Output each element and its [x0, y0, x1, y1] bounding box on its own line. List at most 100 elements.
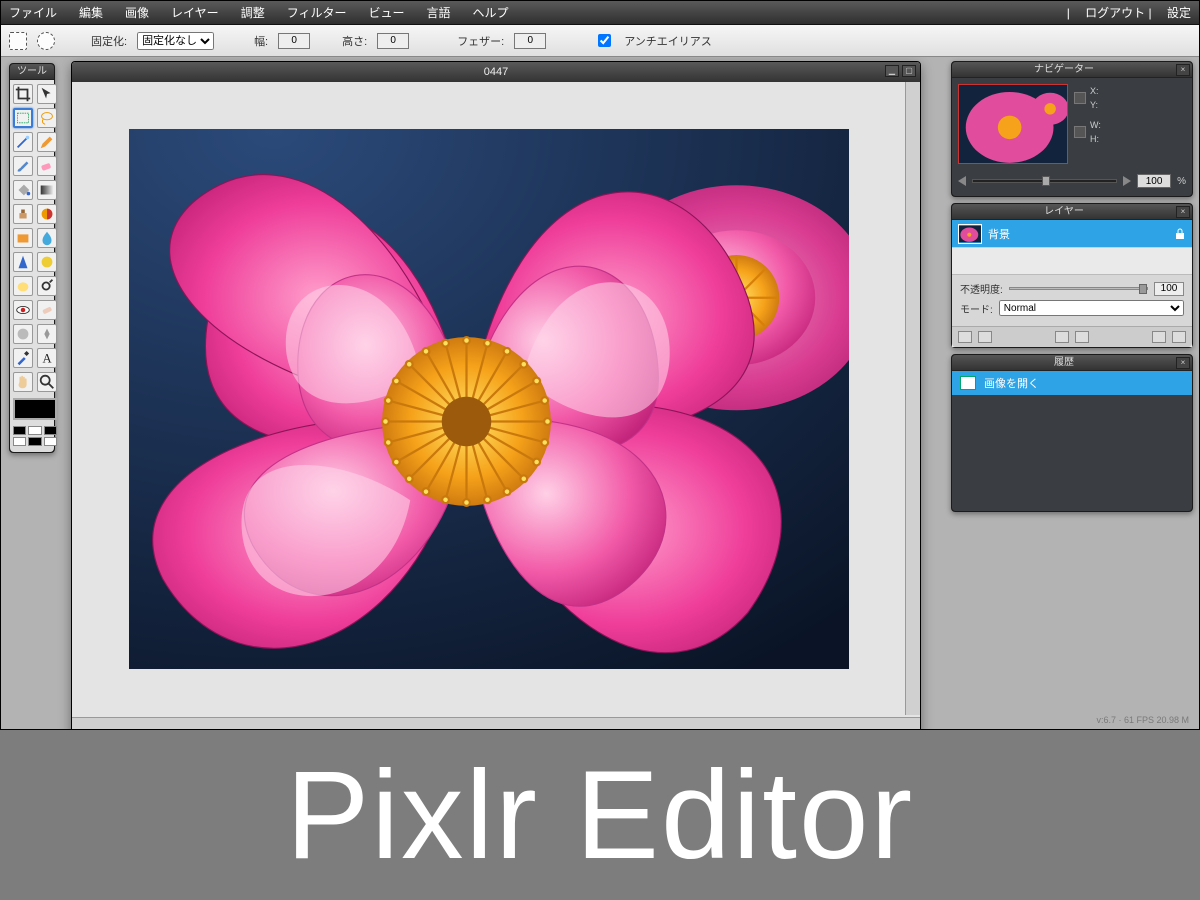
caption-band: Pixlr Editor	[0, 730, 1200, 900]
fixed-select[interactable]: 固定化なし	[137, 32, 214, 50]
menu-image[interactable]: 画像	[125, 4, 149, 21]
menu-file[interactable]: ファイル	[9, 4, 57, 21]
svg-text:A: A	[42, 352, 51, 366]
navigator-thumbnail[interactable]	[958, 84, 1068, 164]
window-maximize-icon[interactable]: ▢	[902, 65, 916, 77]
bloat-tool[interactable]	[13, 324, 33, 344]
blendmode-select[interactable]: Normal	[999, 300, 1184, 316]
layer-merge-icon[interactable]	[1075, 331, 1089, 343]
zoom-slider[interactable]	[972, 179, 1117, 183]
blur-tool[interactable]	[37, 228, 57, 248]
layer-mask-icon[interactable]	[978, 331, 992, 343]
history-open-icon	[960, 376, 976, 390]
tools-panel: ツール	[9, 63, 55, 453]
menu-filter[interactable]: フィルター	[287, 4, 347, 21]
width-input[interactable]	[278, 33, 310, 49]
menu-language[interactable]: 言語	[426, 4, 450, 21]
hand-tool[interactable]	[13, 372, 33, 392]
menu-edit[interactable]: 編集	[79, 4, 103, 21]
feather-input[interactable]	[514, 33, 546, 49]
gradient-tool[interactable]	[37, 180, 57, 200]
lasso-tool[interactable]	[37, 108, 57, 128]
eraser-tool[interactable]	[37, 156, 57, 176]
app-window: ファイル 編集 画像 レイヤー 調整 フィルター ビュー 言語 ヘルプ | ログ…	[0, 0, 1200, 730]
layer-new-icon[interactable]	[958, 331, 972, 343]
document-titlebar[interactable]: 0447 ▁ ▢	[72, 62, 920, 82]
stage: 0447 ▁ ▢	[61, 57, 949, 729]
fixed-label: 固定化:	[91, 33, 127, 49]
opacity-input[interactable]	[1154, 282, 1184, 296]
vertical-scrollbar[interactable]	[905, 82, 920, 715]
navigator-panel: ナビゲーター× X:Y: W:H: %	[951, 61, 1193, 197]
history-item-open[interactable]: 画像を開く	[952, 371, 1192, 395]
brush-tool[interactable]	[13, 156, 33, 176]
logout-link[interactable]: ログアウト	[1085, 6, 1145, 20]
history-item-label: 画像を開く	[984, 375, 1039, 391]
layer-thumbnail	[958, 224, 982, 244]
options-bar: 固定化: 固定化なし 幅: 高さ: フェザー: アンチエイリアス	[1, 25, 1199, 57]
redeye-tool[interactable]	[13, 300, 33, 320]
horizontal-scrollbar[interactable]	[72, 717, 920, 729]
layers-title: レイヤー	[952, 204, 1176, 220]
layers-close-icon[interactable]: ×	[1176, 206, 1190, 218]
bucket-tool[interactable]	[13, 180, 33, 200]
marquee-ellipse-icon[interactable]	[37, 32, 55, 50]
zoom-tool[interactable]	[37, 372, 57, 392]
pinch-tool[interactable]	[37, 324, 57, 344]
history-close-icon[interactable]: ×	[1176, 357, 1190, 369]
layer-dup-icon[interactable]	[1055, 331, 1069, 343]
type-tool[interactable]: A	[37, 348, 57, 368]
navigator-title: ナビゲーター	[952, 62, 1176, 78]
clone-tool[interactable]	[13, 204, 33, 224]
canvas[interactable]	[72, 82, 905, 715]
wand-tool[interactable]	[13, 132, 33, 152]
width-label: 幅:	[254, 33, 268, 49]
blendmode-label: モード:	[960, 301, 993, 316]
layer-name: 背景	[988, 226, 1010, 242]
document-window: 0447 ▁ ▢	[71, 61, 921, 729]
menu-adjust[interactable]: 調整	[241, 4, 265, 21]
opacity-label: 不透明度:	[960, 281, 1003, 296]
crop-tool[interactable]	[13, 84, 33, 104]
layers-panel: レイヤー× 背景 不透明度:	[951, 203, 1193, 348]
menu-help[interactable]: ヘルプ	[473, 4, 509, 21]
marquee-tool[interactable]	[13, 108, 33, 128]
eyedropper-tool[interactable]	[13, 348, 33, 368]
antialias-checkbox[interactable]	[598, 34, 611, 47]
dodge-tool[interactable]	[37, 276, 57, 296]
opacity-slider[interactable]	[1009, 287, 1148, 290]
tools-panel-title: ツール	[10, 64, 54, 80]
marquee-rect-icon[interactable]	[9, 32, 27, 50]
height-input[interactable]	[377, 33, 409, 49]
settings-link[interactable]: 設定	[1167, 6, 1191, 20]
pencil-tool[interactable]	[37, 132, 57, 152]
sponge-tool[interactable]	[13, 276, 33, 296]
history-panel: 履歴× 画像を開く	[951, 354, 1193, 512]
window-minimize-icon[interactable]: ▁	[885, 65, 899, 77]
version-readout: v:6.7 · 61 FPS 20.98 M	[1096, 715, 1189, 725]
menu-view[interactable]: ビュー	[368, 4, 404, 21]
menu-layer[interactable]: レイヤー	[171, 4, 219, 21]
crosshair-icon	[1074, 92, 1086, 104]
height-label: 高さ:	[342, 33, 367, 49]
navigator-close-icon[interactable]: ×	[1176, 64, 1190, 76]
history-title: 履歴	[952, 355, 1176, 371]
replace-color-tool[interactable]	[37, 204, 57, 224]
feather-label: フェザー:	[457, 33, 504, 49]
heal-tool[interactable]	[37, 300, 57, 320]
zoom-in-icon[interactable]	[1123, 176, 1131, 186]
color-swatches[interactable]	[13, 426, 57, 446]
shape-tool[interactable]	[13, 228, 33, 248]
zoom-out-icon[interactable]	[958, 176, 966, 186]
layer-up-icon[interactable]	[1152, 331, 1166, 343]
foreground-color[interactable]	[13, 398, 57, 420]
document-title: 0447	[484, 66, 508, 78]
layer-trash-icon[interactable]	[1172, 331, 1186, 343]
size-icon	[1074, 126, 1086, 138]
layer-row-background[interactable]: 背景	[952, 220, 1192, 248]
zoom-input[interactable]	[1137, 174, 1171, 188]
move-tool[interactable]	[37, 84, 57, 104]
smudge-tool[interactable]	[37, 252, 57, 272]
sharpen-tool[interactable]	[13, 252, 33, 272]
right-panels: ナビゲーター× X:Y: W:H: %	[949, 57, 1199, 729]
